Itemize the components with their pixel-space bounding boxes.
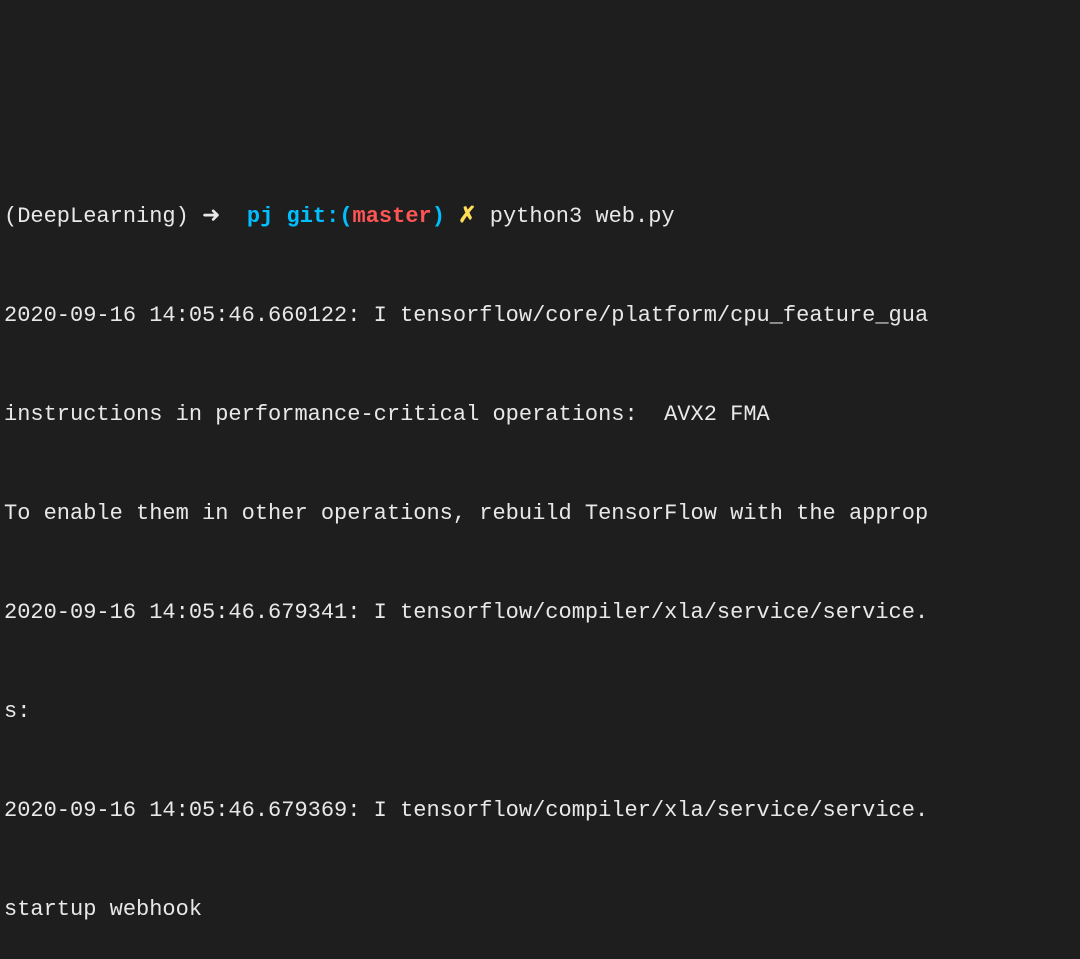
output-line: startup webhook bbox=[4, 893, 1076, 926]
git-branch-name: master bbox=[353, 200, 432, 233]
env-paren-close: ) bbox=[176, 200, 189, 233]
conda-env-name: DeepLearning bbox=[17, 200, 175, 233]
git-dirty-icon: ✗ bbox=[458, 200, 476, 233]
git-paren-open: ( bbox=[339, 200, 352, 233]
output-line: s: bbox=[4, 695, 1076, 728]
output-line: 2020-09-16 14:05:46.679369: I tensorflow… bbox=[4, 794, 1076, 827]
spacer bbox=[477, 200, 490, 233]
env-paren-open: ( bbox=[4, 200, 17, 233]
directory-name: pj bbox=[247, 200, 273, 233]
output-line: instructions in performance-critical ope… bbox=[4, 398, 1076, 431]
git-label: git: bbox=[287, 200, 340, 233]
spacer bbox=[445, 200, 458, 233]
prompt-arrow-icon: ➜ bbox=[189, 200, 247, 233]
spacer bbox=[273, 200, 286, 233]
command-input[interactable]: python3 web.py bbox=[490, 200, 675, 233]
output-line: To enable them in other operations, rebu… bbox=[4, 497, 1076, 530]
prompt-line: (DeepLearning) ➜ pj git:(master) ✗ pytho… bbox=[4, 200, 1076, 233]
terminal-window[interactable]: (DeepLearning) ➜ pj git:(master) ✗ pytho… bbox=[4, 134, 1076, 693]
output-line: 2020-09-16 14:05:46.679341: I tensorflow… bbox=[4, 596, 1076, 629]
output-line: 2020-09-16 14:05:46.660122: I tensorflow… bbox=[4, 299, 1076, 332]
git-paren-close: ) bbox=[432, 200, 445, 233]
